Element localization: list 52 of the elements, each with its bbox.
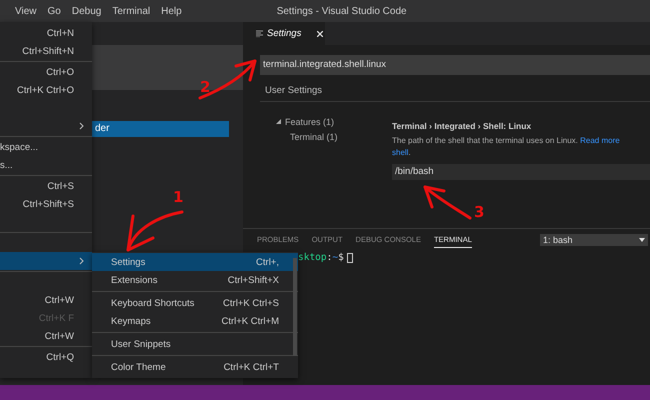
menu-bar-item[interactable]: Debug bbox=[72, 6, 102, 16]
arrow bbox=[126, 210, 184, 252]
chevron-right-icon bbox=[79, 257, 84, 265]
menu-item[interactable]: Ctrl+Shift+S bbox=[0, 195, 92, 213]
menu-bar-item[interactable]: Terminal bbox=[112, 6, 150, 16]
menu-item[interactable]: Ctrl+W bbox=[0, 327, 92, 345]
step-number: 3 bbox=[474, 203, 484, 221]
explorer-item[interactable]: der bbox=[92, 121, 229, 137]
menu-item[interactable]: s... bbox=[0, 156, 92, 174]
editor-tab[interactable]: Settings bbox=[243, 22, 325, 45]
menu-item[interactable]: Keyboard Shortcuts Ctrl+K Ctrl+S bbox=[92, 294, 298, 312]
lines-icon bbox=[256, 30, 263, 37]
terminal-select[interactable]: 1: bash bbox=[540, 234, 648, 246]
tab-label: Settings bbox=[267, 28, 302, 39]
menu-item[interactable]: Ctrl+N bbox=[0, 24, 92, 42]
scrollbar-thumb[interactable] bbox=[293, 258, 297, 356]
section-heading: User Settings bbox=[260, 85, 650, 102]
menu-bar-item[interactable]: Go bbox=[48, 6, 61, 16]
menu-item[interactable]: Extensions Ctrl+Shift+X bbox=[92, 271, 298, 289]
step-number: 1 bbox=[173, 188, 184, 206]
setting-description: The path of the shell that the terminal uses on Linux. Read more shell. bbox=[392, 135, 621, 159]
arrow bbox=[198, 60, 256, 100]
read-more-link[interactable]: Read more bbox=[580, 136, 620, 145]
tree-item[interactable]: Features (1) bbox=[285, 116, 334, 126]
menu-item[interactable]: Color Theme Ctrl+K Ctrl+T bbox=[92, 358, 298, 376]
menu-item[interactable]: kspace... bbox=[0, 138, 92, 156]
menu-item[interactable]: User Snippets bbox=[92, 335, 298, 353]
menu-item[interactable] bbox=[0, 252, 92, 270]
chevron-right-icon bbox=[79, 122, 84, 130]
shell-link[interactable]: shell bbox=[392, 148, 408, 157]
menu-item[interactable]: Ctrl+O bbox=[0, 63, 92, 81]
cursor-icon bbox=[346, 252, 353, 262]
close-icon[interactable] bbox=[317, 30, 323, 36]
menu-item[interactable]: Keymaps Ctrl+K Ctrl+M bbox=[92, 312, 298, 330]
setting-title: Terminal › Integrated › Shell: Linux bbox=[392, 121, 532, 131]
menu-item[interactable]: Settings Ctrl+, bbox=[92, 253, 298, 271]
menu-bar-item[interactable]: View bbox=[15, 6, 36, 16]
search-field[interactable]: terminal.integrated.shell.linux bbox=[260, 55, 650, 75]
menu-item[interactable]: Ctrl+K Ctrl+O bbox=[0, 81, 92, 99]
menu-bar-item[interactable]: Help bbox=[161, 6, 182, 16]
menu-item[interactable]: Ctrl+S bbox=[0, 177, 92, 195]
triangle-icon[interactable] bbox=[276, 119, 281, 124]
menu-item[interactable]: Ctrl+Q bbox=[0, 348, 92, 366]
menu-item[interactable]: Ctrl+W bbox=[0, 291, 92, 309]
menu-item[interactable]: Ctrl+Shift+N bbox=[0, 42, 92, 60]
arrow bbox=[424, 186, 472, 220]
window-title: Settings - Visual Studio Code bbox=[276, 6, 407, 16]
shell-path-field[interactable]: /bin/bash bbox=[392, 164, 650, 180]
terminal-prompt: sktop:~$ bbox=[298, 252, 344, 263]
tree-item[interactable]: Terminal (1) bbox=[290, 132, 338, 142]
dropdown-caret-icon bbox=[639, 238, 645, 242]
step-number: 2 bbox=[200, 78, 210, 96]
